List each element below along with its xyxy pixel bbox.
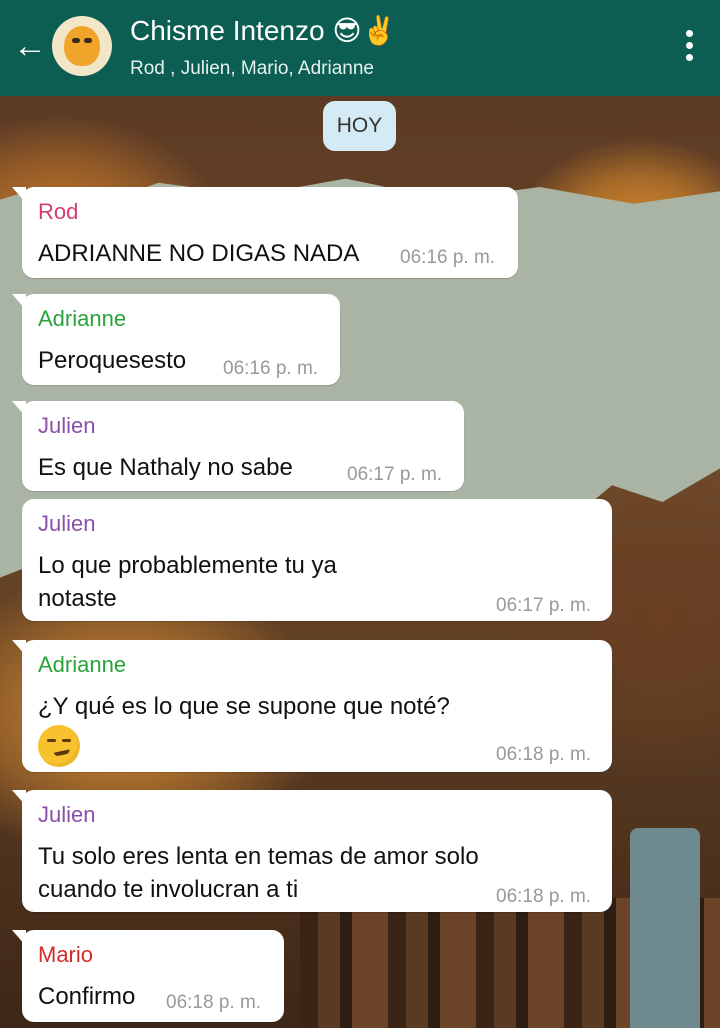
message-text-line: Lo que probablemente tu ya	[38, 552, 337, 579]
message-time: 06:16 p. m.	[223, 358, 319, 379]
message-time: 06:18 p. m.	[496, 886, 592, 907]
message-text-line: notaste	[38, 585, 117, 612]
message-time: 06:18 p. m.	[166, 992, 262, 1013]
message-text: ¿Y qué es lo que se supone que noté?	[38, 693, 450, 720]
message-sender: Adrianne	[38, 652, 127, 677]
message-text: Confirmo	[38, 983, 136, 1010]
group-avatar[interactable]	[52, 16, 112, 76]
group-title[interactable]: Chisme Intenzo 😎✌️	[130, 14, 396, 47]
message-sender: Julien	[38, 511, 96, 536]
more-options-icon[interactable]	[684, 30, 694, 64]
message-sender: Rod	[38, 199, 79, 224]
message-time: 06:17 p. m.	[347, 464, 443, 485]
message-text: ADRIANNE NO DIGAS NADA	[38, 240, 360, 267]
message-bubble[interactable]: Julien Es que Nathaly no sabe 06:17 p. m…	[12, 401, 464, 491]
message-sender: Julien	[38, 413, 96, 438]
message-bubble[interactable]: Adrianne Peroquesesto 06:16 p. m.	[12, 294, 340, 385]
message-text: Es que Nathaly no sabe	[38, 454, 293, 481]
message-text: Peroquesesto	[38, 347, 187, 374]
message-sender: Adrianne	[38, 306, 127, 331]
smirking-face-icon	[38, 725, 80, 767]
date-chip: HOY	[323, 101, 396, 151]
message-bubble[interactable]: Julien Lo que probablemente tu ya notast…	[22, 499, 612, 621]
message-bubble[interactable]: Adrianne ¿Y qué es lo que se supone que …	[12, 640, 612, 772]
message-sender: Julien	[38, 802, 96, 827]
wallpaper-book	[630, 828, 700, 1028]
chat-header: ← Chisme Intenzo 😎✌️ Rod , Julien, Mario…	[0, 0, 720, 96]
back-arrow-icon[interactable]: ←	[12, 28, 48, 64]
message-time: 06:18 p. m.	[496, 744, 592, 765]
message-bubble[interactable]: Rod ADRIANNE NO DIGAS NADA 06:16 p. m.	[12, 187, 518, 278]
message-time: 06:17 p. m.	[496, 595, 592, 616]
message-text-line: cuando te involucran a ti	[38, 876, 299, 903]
message-bubble[interactable]: Mario Confirmo 06:18 p. m.	[12, 930, 284, 1022]
message-time: 06:16 p. m.	[400, 247, 496, 268]
message-text-line: Tu solo eres lenta en temas de amor solo	[38, 843, 479, 870]
message-sender: Mario	[38, 942, 94, 967]
group-members[interactable]: Rod , Julien, Mario, Adrianne	[130, 58, 374, 80]
message-bubble[interactable]: Julien Tu solo eres lenta en temas de am…	[12, 790, 612, 912]
